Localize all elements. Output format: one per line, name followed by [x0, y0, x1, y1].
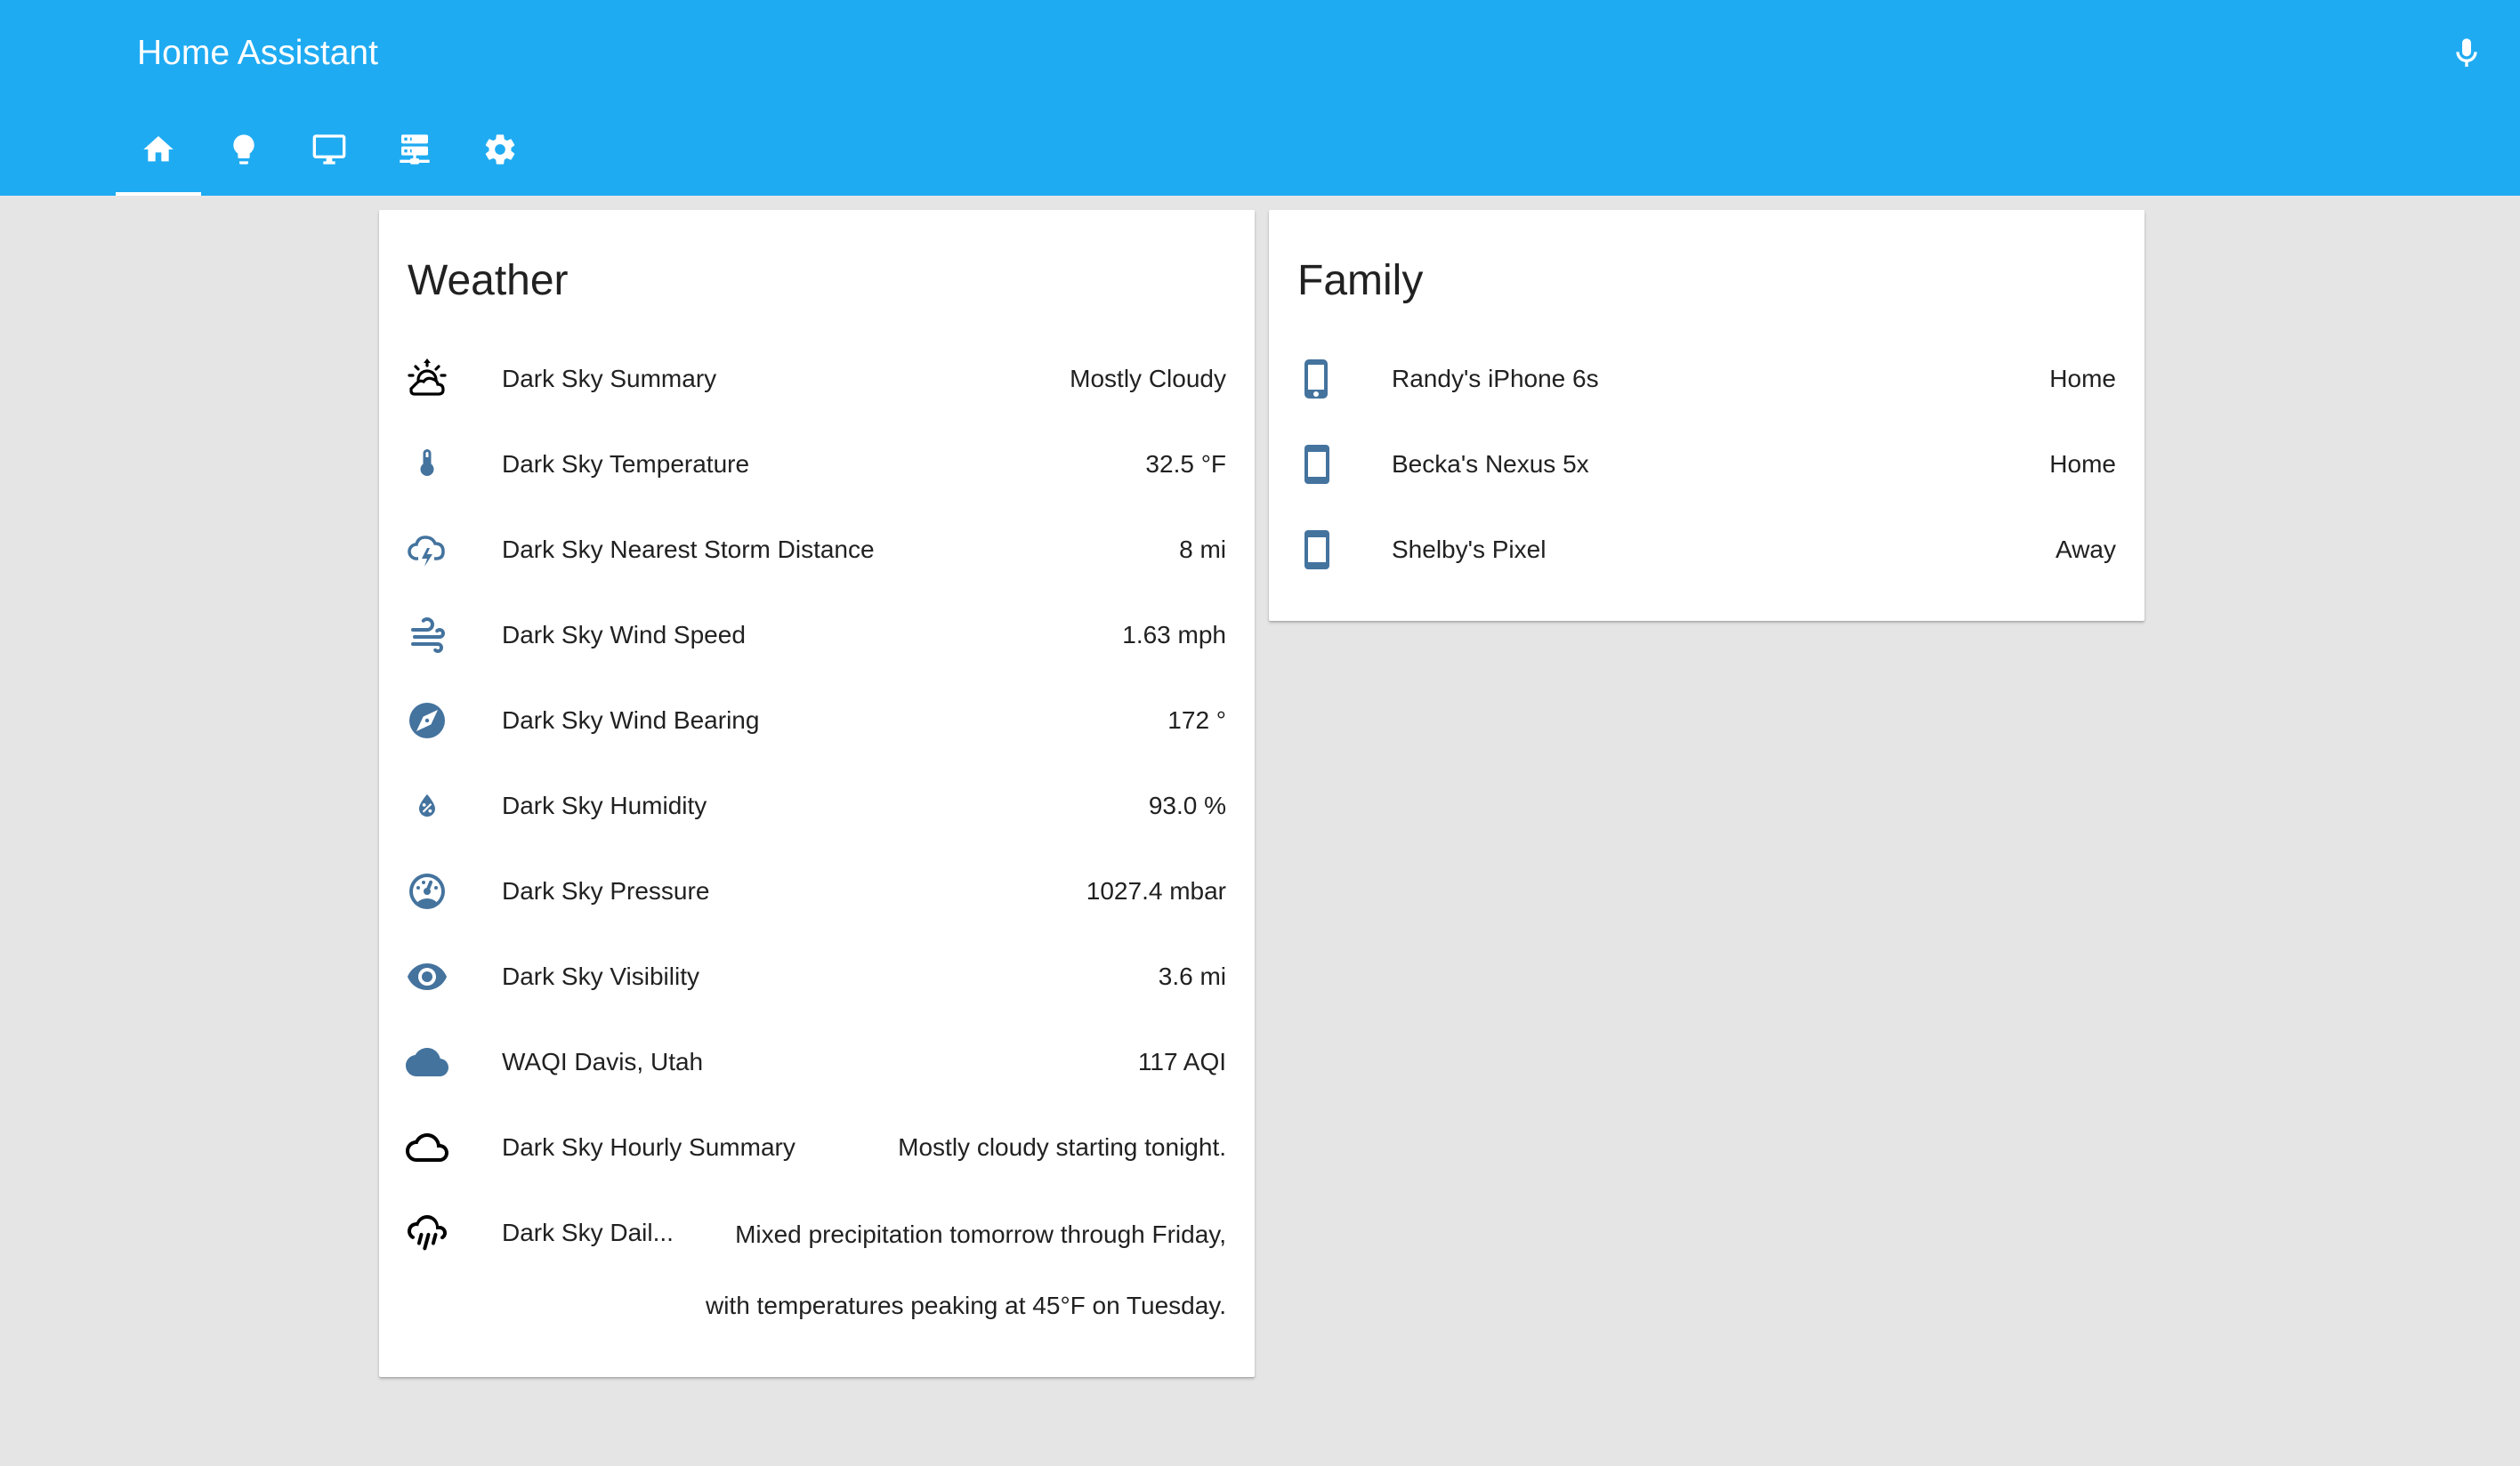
entity-name: Randy's iPhone 6s [1392, 365, 1599, 392]
server-network-icon [400, 134, 430, 165]
weather-windy-icon [406, 614, 448, 656]
entity-state: 1.63 mph [1122, 621, 1226, 648]
entity-row[interactable]: Dark Sky Wind Speed 1.63 mph [379, 592, 1255, 678]
entity-row[interactable]: Dark Sky Temperature 32.5 °F [379, 422, 1255, 507]
water-percent-icon [406, 785, 448, 827]
microphone-icon[interactable] [2449, 32, 2484, 75]
entity-row[interactable]: WAQI Davis, Utah 117 AQI [379, 1019, 1255, 1105]
tab-settings[interactable] [457, 125, 543, 196]
entity-name: Becka's Nexus 5x [1392, 450, 1589, 478]
home-icon [143, 136, 174, 162]
weather-pouring-icon [406, 1212, 448, 1254]
entity-state: Home [2049, 365, 2116, 392]
cellphone-iphone-icon [1296, 358, 1338, 400]
entity-state: 8 mi [1179, 536, 1226, 563]
entity-row[interactable]: Becka's Nexus 5x Home [1269, 422, 2144, 507]
entity-state: Away [2056, 536, 2116, 563]
gear-icon [485, 134, 515, 165]
tab-home[interactable] [116, 125, 201, 196]
entity-name: Dark Sky Visibility [502, 963, 699, 990]
card-title: Weather [408, 257, 569, 304]
monitor-icon [312, 134, 346, 165]
cloud-outline-icon [406, 1126, 448, 1169]
tab-media[interactable] [287, 125, 372, 196]
weather-sunset-cloudy-icon [406, 358, 448, 400]
card-title: Family [1297, 257, 1424, 304]
entity-row[interactable]: Dark Sky Visibility 3.6 mi [379, 934, 1255, 1019]
entity-row[interactable]: Dark Sky Hourly Summary Mostly cloudy st… [379, 1105, 1255, 1190]
cellphone-icon [1296, 443, 1338, 486]
gauge-icon [406, 870, 448, 913]
entity-state: 117 AQI [1137, 1048, 1226, 1075]
entity-state: Mostly cloudy starting tonight. [898, 1133, 1226, 1161]
entity-name: Dark Sky Hourly Summary [502, 1133, 796, 1161]
entity-state-line: with temperatures peaking at 45°F on Tue… [705, 1292, 1226, 1319]
entity-state: 32.5 °F [1145, 450, 1226, 478]
entity-name: Dark Sky Nearest Storm Distance [502, 536, 875, 563]
entity-state: 172 ° [1167, 706, 1226, 734]
entity-row[interactable]: Dark Sky Wind Bearing 172 ° [379, 678, 1255, 763]
entity-name: Dark Sky Humidity [502, 792, 707, 819]
compass-icon [406, 699, 448, 742]
entity-state: 93.0 % [1148, 792, 1226, 819]
cellphone-icon [1296, 528, 1338, 571]
entity-row[interactable]: Dark Sky Nearest Storm Distance 8 mi [379, 507, 1255, 592]
entity-name: Shelby's Pixel [1392, 536, 1547, 563]
lightbulb-icon [233, 134, 254, 165]
entity-name: Dark Sky Wind Speed [502, 621, 746, 648]
entity-state-line: Mixed precipitation tomorrow through Fri… [735, 1220, 1226, 1248]
app-header: Home Assistant [0, 0, 2520, 196]
cloud-icon [406, 1041, 448, 1083]
app-title: Home Assistant [137, 34, 378, 72]
entity-row[interactable]: Shelby's Pixel Away [1269, 507, 2144, 592]
thermometer-icon [406, 443, 448, 486]
entity-state: 1027.4 mbar [1086, 877, 1226, 905]
entity-row[interactable]: Dark Sky Dail... Mixed precipitation tom… [379, 1190, 1255, 1350]
weather-lightning-icon [406, 528, 448, 571]
entity-name: Dark Sky Dail... [502, 1219, 674, 1246]
entity-state: 3.6 mi [1158, 963, 1226, 990]
tab-lights[interactable] [201, 125, 287, 196]
tab-server[interactable] [372, 125, 457, 196]
eye-icon [406, 955, 448, 998]
weather-card: Weather Dark Sky Summary Mostly Cloudy D… [379, 210, 1255, 1377]
entity-row[interactable]: Randy's iPhone 6s Home [1269, 336, 2144, 422]
entity-row[interactable]: Dark Sky Humidity 93.0 % [379, 763, 1255, 849]
entity-row[interactable]: Dark Sky Summary Mostly Cloudy [379, 336, 1255, 422]
entity-state: Mostly Cloudy [1070, 365, 1226, 392]
entity-name: Dark Sky Summary [502, 365, 717, 392]
entity-name: Dark Sky Pressure [502, 877, 710, 905]
entity-state: Mixed precipitation tomorrow through Fri… [674, 1199, 1226, 1341]
entity-name: WAQI Davis, Utah [502, 1048, 704, 1075]
family-card: Family Randy's iPhone 6s Home Becka's Ne… [1269, 210, 2144, 621]
entity-name: Dark Sky Temperature [502, 450, 750, 478]
entity-row[interactable]: Dark Sky Pressure 1027.4 mbar [379, 849, 1255, 934]
entity-name: Dark Sky Wind Bearing [502, 706, 760, 734]
entity-state: Home [2049, 450, 2116, 478]
